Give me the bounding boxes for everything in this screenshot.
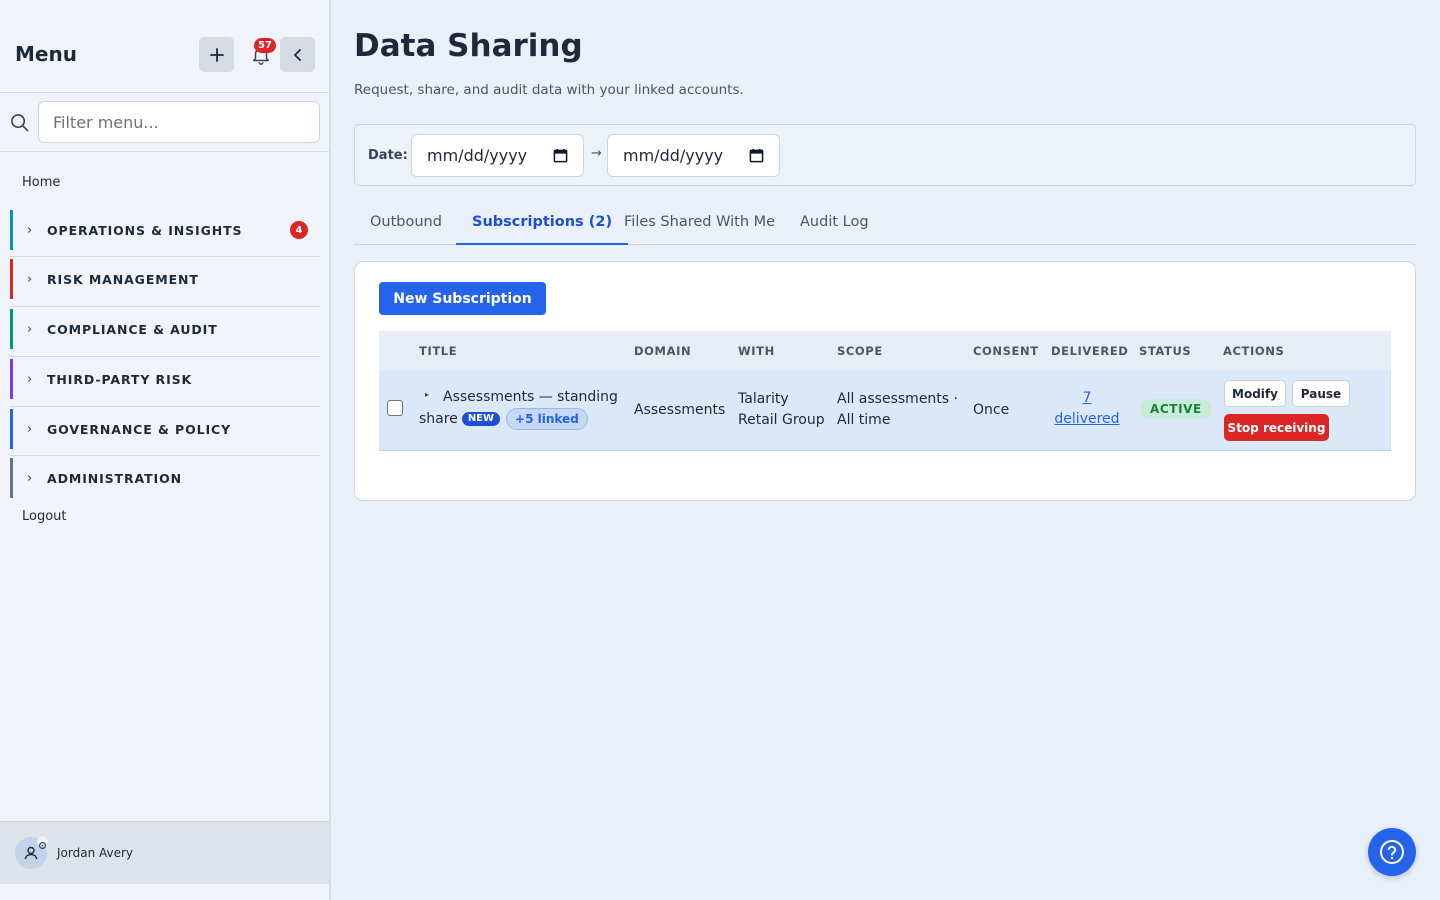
sidebar-item-home[interactable]: Home <box>22 175 60 190</box>
chevron-right-icon: › <box>27 371 33 387</box>
chevron-right-icon: › <box>27 321 33 337</box>
date-from-placeholder: mm/dd/yyyy <box>427 146 528 165</box>
search-icon <box>11 114 29 132</box>
tab-subscriptions[interactable]: Subscriptions (2) <box>456 205 629 245</box>
tab-outbound[interactable]: Outbound <box>354 205 458 245</box>
page-title: Data Sharing <box>354 28 583 64</box>
divider <box>10 306 320 307</box>
help-button[interactable] <box>1368 828 1416 876</box>
collapse-sidebar-button[interactable] <box>280 37 315 72</box>
column-header-status: STATUS <box>1139 344 1192 358</box>
linked-badge[interactable]: +5 linked <box>506 408 588 430</box>
delivered-count: 7 <box>1082 390 1092 406</box>
date-to-input[interactable]: mm/dd/yyyy <box>607 134 780 177</box>
column-header-domain: DOMAIN <box>634 344 692 358</box>
column-header-scope: SCOPE <box>837 344 883 358</box>
settings-gear-icon <box>37 836 48 850</box>
sidebar-section-third-party-risk[interactable]: › THIRD-PARTY RISK <box>10 359 320 399</box>
sidebar-section-risk-management[interactable]: › RISK MANAGEMENT <box>10 259 320 299</box>
subscriptions-panel: New Subscription TITLE DOMAIN WITH SCOPE… <box>354 261 1416 501</box>
sidebar-section-label: COMPLIANCE & AUDIT <box>47 321 218 337</box>
sidebar-section-label: OPERATIONS & INSIGHTS <box>47 222 243 238</box>
date-range-arrow: → <box>591 146 602 161</box>
sidebar-header: Menu 57 <box>0 0 329 93</box>
sidebar: Menu 57 Home › OPERATIONS & INSIGHTS 4 ›… <box>0 0 331 900</box>
row-checkbox[interactable] <box>387 400 403 416</box>
user-footer[interactable]: Jordan Avery <box>0 821 329 884</box>
table-row[interactable]: ▸ Assessments — standing share NEW +5 link… <box>379 370 1391 451</box>
column-header-delivered: DELIVERED <box>1051 344 1129 358</box>
column-header-consent: CONSENT <box>973 344 1039 358</box>
chevron-left-icon <box>293 48 301 61</box>
chevron-right-icon: › <box>27 470 33 486</box>
date-from-input[interactable]: mm/dd/yyyy <box>411 134 584 177</box>
new-subscription-button[interactable]: New Subscription <box>379 282 546 315</box>
with-cell: Talarity Retail Group <box>738 389 825 431</box>
column-header-title: TITLE <box>419 344 458 358</box>
scope-line2: All time <box>837 412 891 428</box>
with-line1: Talarity <box>738 391 789 407</box>
with-line2: Retail Group <box>738 412 825 428</box>
domain-cell: Assessments <box>634 402 726 418</box>
sidebar-section-label: ADMINISTRATION <box>47 470 182 486</box>
date-to-placeholder: mm/dd/yyyy <box>623 146 724 165</box>
sidebar-section-label: RISK MANAGEMENT <box>47 271 199 287</box>
help-icon <box>1380 840 1404 864</box>
modify-button[interactable]: Modify <box>1224 380 1286 407</box>
calendar-icon[interactable] <box>553 148 568 163</box>
tab-files-shared-with-me[interactable]: Files Shared With Me <box>608 205 791 245</box>
divider <box>10 406 320 407</box>
tab-audit-log[interactable]: Audit Log <box>784 205 885 245</box>
column-header-with: WITH <box>738 344 775 358</box>
notification-badge: 57 <box>254 38 276 53</box>
scope-cell: All assessments · All time <box>837 389 958 431</box>
scope-line1: All assessments · <box>837 391 958 407</box>
add-button[interactable] <box>199 37 234 72</box>
pause-button[interactable]: Pause <box>1292 380 1350 407</box>
status-badge: ACTIVE <box>1140 399 1212 419</box>
plus-icon <box>209 47 224 62</box>
section-count-badge: 4 <box>290 221 308 239</box>
subscription-title-cell: Assessments — standing share NEW +5 linked <box>419 387 619 430</box>
divider <box>10 356 320 357</box>
chevron-right-icon: › <box>27 271 33 287</box>
divider <box>10 256 320 257</box>
delivered-link[interactable]: 7 delivered <box>1051 388 1123 430</box>
sidebar-section-operations-insights[interactable]: › OPERATIONS & INSIGHTS 4 <box>10 210 320 250</box>
subscription-title-line1: Assessments — standing <box>443 389 618 405</box>
subscription-title-line2-wrap: share NEW +5 linked <box>419 408 619 430</box>
column-header-actions: ACTIONS <box>1223 344 1285 358</box>
sidebar-section-compliance-audit[interactable]: › COMPLIANCE & AUDIT <box>10 309 320 349</box>
date-filter-label: Date: <box>368 148 408 163</box>
sidebar-section-label: THIRD-PARTY RISK <box>47 371 193 387</box>
new-badge: NEW <box>461 412 501 426</box>
sidebar-item-logout[interactable]: Logout <box>22 509 67 524</box>
sidebar-section-administration[interactable]: › ADMINISTRATION <box>10 458 320 498</box>
subscription-title-line2: share <box>419 411 458 427</box>
sidebar-section-label: GOVERNANCE & POLICY <box>47 421 232 437</box>
divider <box>10 455 320 456</box>
chevron-right-icon: › <box>27 222 33 238</box>
chevron-right-icon: › <box>27 421 33 437</box>
user-name: Jordan Avery <box>57 846 134 860</box>
date-filter-bar: Date: mm/dd/yyyy → mm/dd/yyyy <box>354 124 1416 186</box>
table-header: TITLE DOMAIN WITH SCOPE CONSENT DELIVERE… <box>379 331 1391 370</box>
sidebar-search <box>0 93 329 152</box>
stop-receiving-button[interactable]: Stop receiving <box>1224 414 1329 441</box>
consent-cell: Once <box>973 402 1010 418</box>
sidebar-section-governance-policy[interactable]: › GOVERNANCE & POLICY <box>10 409 320 449</box>
calendar-icon[interactable] <box>749 148 764 163</box>
filter-menu-input[interactable] <box>38 101 320 143</box>
tab-bar: Outbound Subscriptions (2) Files Shared … <box>354 205 1416 245</box>
sidebar-title: Menu <box>15 42 77 66</box>
delivered-label: delivered <box>1054 411 1120 427</box>
page-subtitle: Request, share, and audit data with your… <box>354 82 744 98</box>
